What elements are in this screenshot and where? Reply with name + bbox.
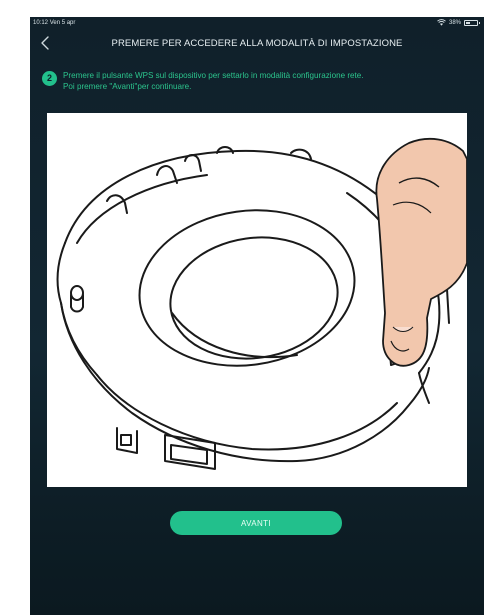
chevron-left-icon[interactable]	[38, 34, 54, 52]
status-clock: 10:12	[33, 20, 49, 26]
tablet-screen: 10:12 Ven 5 apr 38% PREMERE PER ACCEDERE…	[30, 17, 484, 615]
wifi-icon	[437, 19, 446, 26]
status-date: Ven 5 apr	[49, 20, 76, 26]
status-indicators: 38%	[437, 19, 480, 26]
device-illustration	[47, 113, 467, 487]
navigation-bar: PREMERE PER ACCEDERE ALLA MODALITÀ DI IM…	[30, 31, 484, 57]
next-button[interactable]: AVANTI	[170, 511, 342, 535]
instruction-line-2: Poi premere "Avanti"per continuare.	[63, 82, 192, 91]
status-bar: 10:12 Ven 5 apr 38%	[30, 17, 484, 31]
instruction-text: Premere il pulsante WPS sul dispositivo …	[63, 70, 364, 92]
battery-icon	[464, 19, 480, 26]
instruction-line-1: Premere il pulsante WPS sul dispositivo …	[63, 71, 364, 80]
battery-cap	[479, 21, 480, 24]
instruction-block: 2 Premere il pulsante WPS sul dispositiv…	[42, 69, 472, 97]
battery-level	[466, 21, 470, 24]
step-number-badge: 2	[42, 71, 57, 86]
battery-percent: 38%	[448, 19, 461, 26]
wps-device-drawing	[56, 137, 467, 470]
page-title: PREMERE PER ACCEDERE ALLA MODALITÀ DI IM…	[111, 38, 403, 49]
status-time: 10:12 Ven 5 apr	[33, 20, 75, 26]
